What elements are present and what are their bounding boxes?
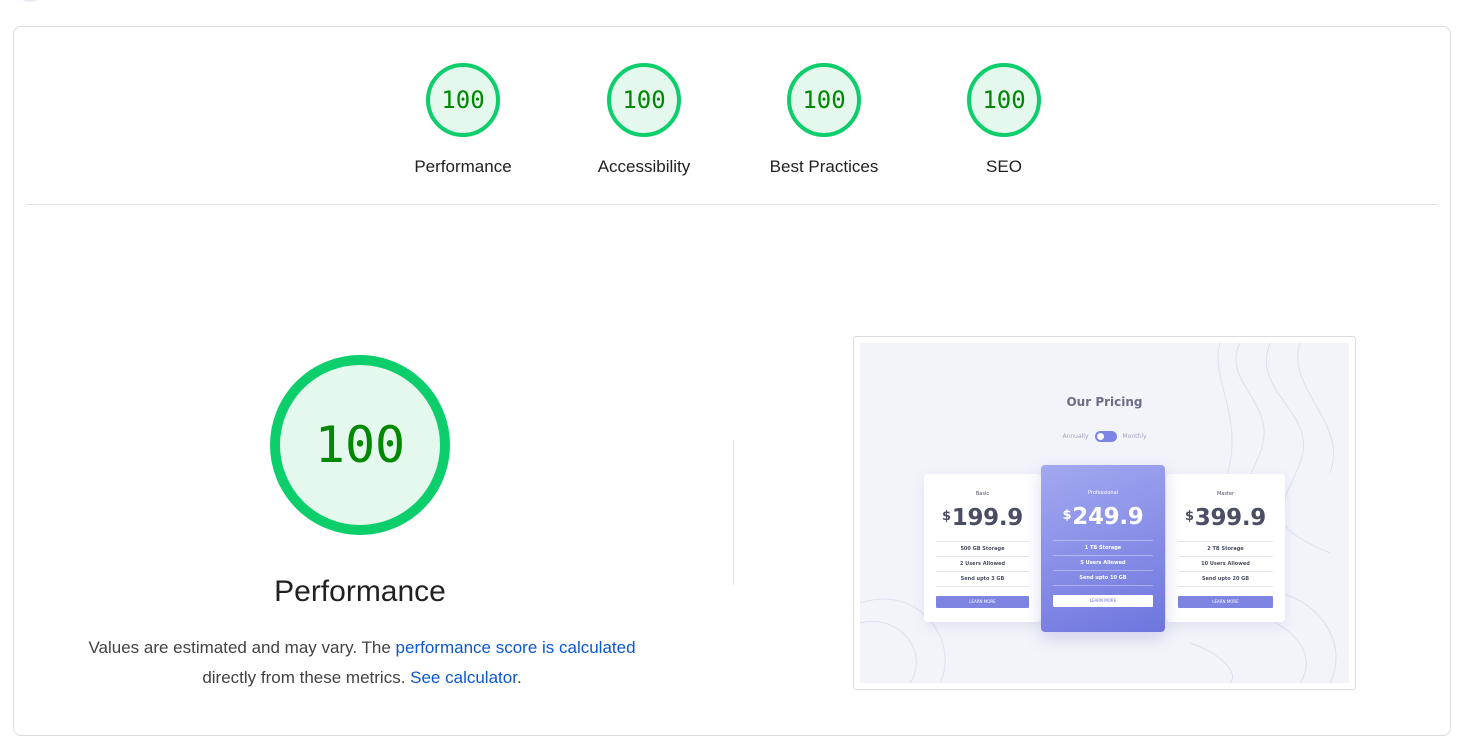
desc-text: Values are estimated and may vary. The bbox=[88, 638, 396, 657]
price-value: 399.9 bbox=[1194, 505, 1267, 531]
plan-feature: Send upto 3 GB bbox=[936, 571, 1029, 587]
currency-symbol: $ bbox=[1062, 508, 1072, 523]
price-value: 199.9 bbox=[951, 505, 1024, 531]
pricing-heading: Our Pricing bbox=[1066, 395, 1143, 409]
gauge-score: 100 bbox=[802, 86, 846, 114]
performance-title: Performance bbox=[274, 575, 446, 608]
gauge-label: SEO bbox=[986, 157, 1022, 176]
gauge-label: Accessibility bbox=[597, 157, 691, 176]
plan-price: $399.9 bbox=[1166, 505, 1285, 531]
billing-toggle bbox=[1094, 431, 1117, 442]
section-divider bbox=[26, 204, 1438, 205]
gauge-ring: 100 bbox=[967, 63, 1041, 137]
gauge-label: Best Practices bbox=[769, 157, 879, 176]
gauge-ring: 100 bbox=[787, 63, 861, 137]
score-summary: 100 Performance 100 Accessibility 100 Be… bbox=[14, 27, 1450, 205]
toggle-label-annually: Annually bbox=[1062, 433, 1089, 440]
plan-card-professional: Professional $249.9 1 TB Storage 5 Users… bbox=[1041, 465, 1165, 632]
gauge-score: 100 bbox=[441, 86, 485, 114]
plan-name: Professional bbox=[1087, 490, 1119, 496]
gauge-seo[interactable]: 100 SEO bbox=[949, 63, 1059, 177]
gauge-label: Performance bbox=[414, 157, 512, 176]
currency-symbol: $ bbox=[941, 509, 951, 524]
price-value: 249.9 bbox=[1072, 504, 1144, 530]
gauge-accessibility[interactable]: 100 Accessibility bbox=[589, 63, 699, 177]
gauge-ring: 100 bbox=[607, 63, 681, 137]
gauge-ring: 100 bbox=[270, 355, 450, 535]
plan-feature: Send upto 20 GB bbox=[1178, 571, 1273, 587]
plan-feature: Send upto 10 GB bbox=[1053, 570, 1153, 586]
performance-description: Values are estimated and may vary. The p… bbox=[54, 633, 670, 693]
toggle-label-monthly: Monthly bbox=[1122, 433, 1147, 440]
top-avatar-edge bbox=[18, 0, 42, 2]
billing-toggle-row: Annually Monthly bbox=[860, 431, 1349, 442]
learn-more-button: LEARN MORE bbox=[1178, 596, 1273, 608]
desc-text: directly from these metrics. bbox=[202, 668, 411, 687]
gauge-ring: 100 bbox=[426, 63, 500, 137]
performance-score-link[interactable]: performance score is calculated bbox=[396, 638, 636, 657]
see-calculator-link[interactable]: See calculator bbox=[410, 668, 517, 687]
gauge-best-practices[interactable]: 100 Best Practices bbox=[769, 63, 879, 177]
performance-gauge-large: 100 bbox=[270, 355, 450, 535]
plan-name: Master bbox=[1216, 491, 1235, 497]
report-card: 100 Performance 100 Accessibility 100 Be… bbox=[13, 26, 1451, 736]
plan-feature: 1 TB Storage bbox=[1053, 540, 1153, 555]
gauge-score: 100 bbox=[982, 86, 1026, 114]
plan-card-master: Master $399.9 2 TB Storage 10 Users Allo… bbox=[1166, 474, 1285, 622]
final-screenshot[interactable]: Our Pricing Annually Monthly Basic $199.… bbox=[853, 336, 1356, 690]
plan-feature: 500 GB Storage bbox=[936, 541, 1029, 556]
toggle-knob bbox=[1096, 433, 1104, 440]
learn-more-button: LEARN MORE bbox=[936, 596, 1029, 608]
gauge-score: 100 bbox=[622, 86, 666, 114]
plan-feature: 5 Users Allowed bbox=[1053, 555, 1153, 570]
plan-price: $249.9 bbox=[1041, 504, 1165, 530]
desc-text: . bbox=[516, 668, 522, 687]
gauge-performance[interactable]: 100 Performance bbox=[408, 63, 518, 177]
plan-feature: 10 Users Allowed bbox=[1178, 556, 1273, 571]
plan-card-basic: Basic $199.9 500 GB Storage 2 Users Allo… bbox=[924, 474, 1041, 622]
currency-symbol: $ bbox=[1184, 509, 1194, 524]
vertical-divider bbox=[733, 440, 734, 585]
screenshot-image: Our Pricing Annually Monthly Basic $199.… bbox=[860, 343, 1349, 683]
plan-name: Basic bbox=[975, 491, 990, 497]
plan-feature: 2 TB Storage bbox=[1178, 541, 1273, 556]
performance-score: 100 bbox=[314, 416, 406, 474]
learn-more-button: LEARN MORE bbox=[1053, 595, 1153, 607]
plan-price: $199.9 bbox=[924, 505, 1041, 531]
plan-feature: 2 Users Allowed bbox=[936, 556, 1029, 571]
